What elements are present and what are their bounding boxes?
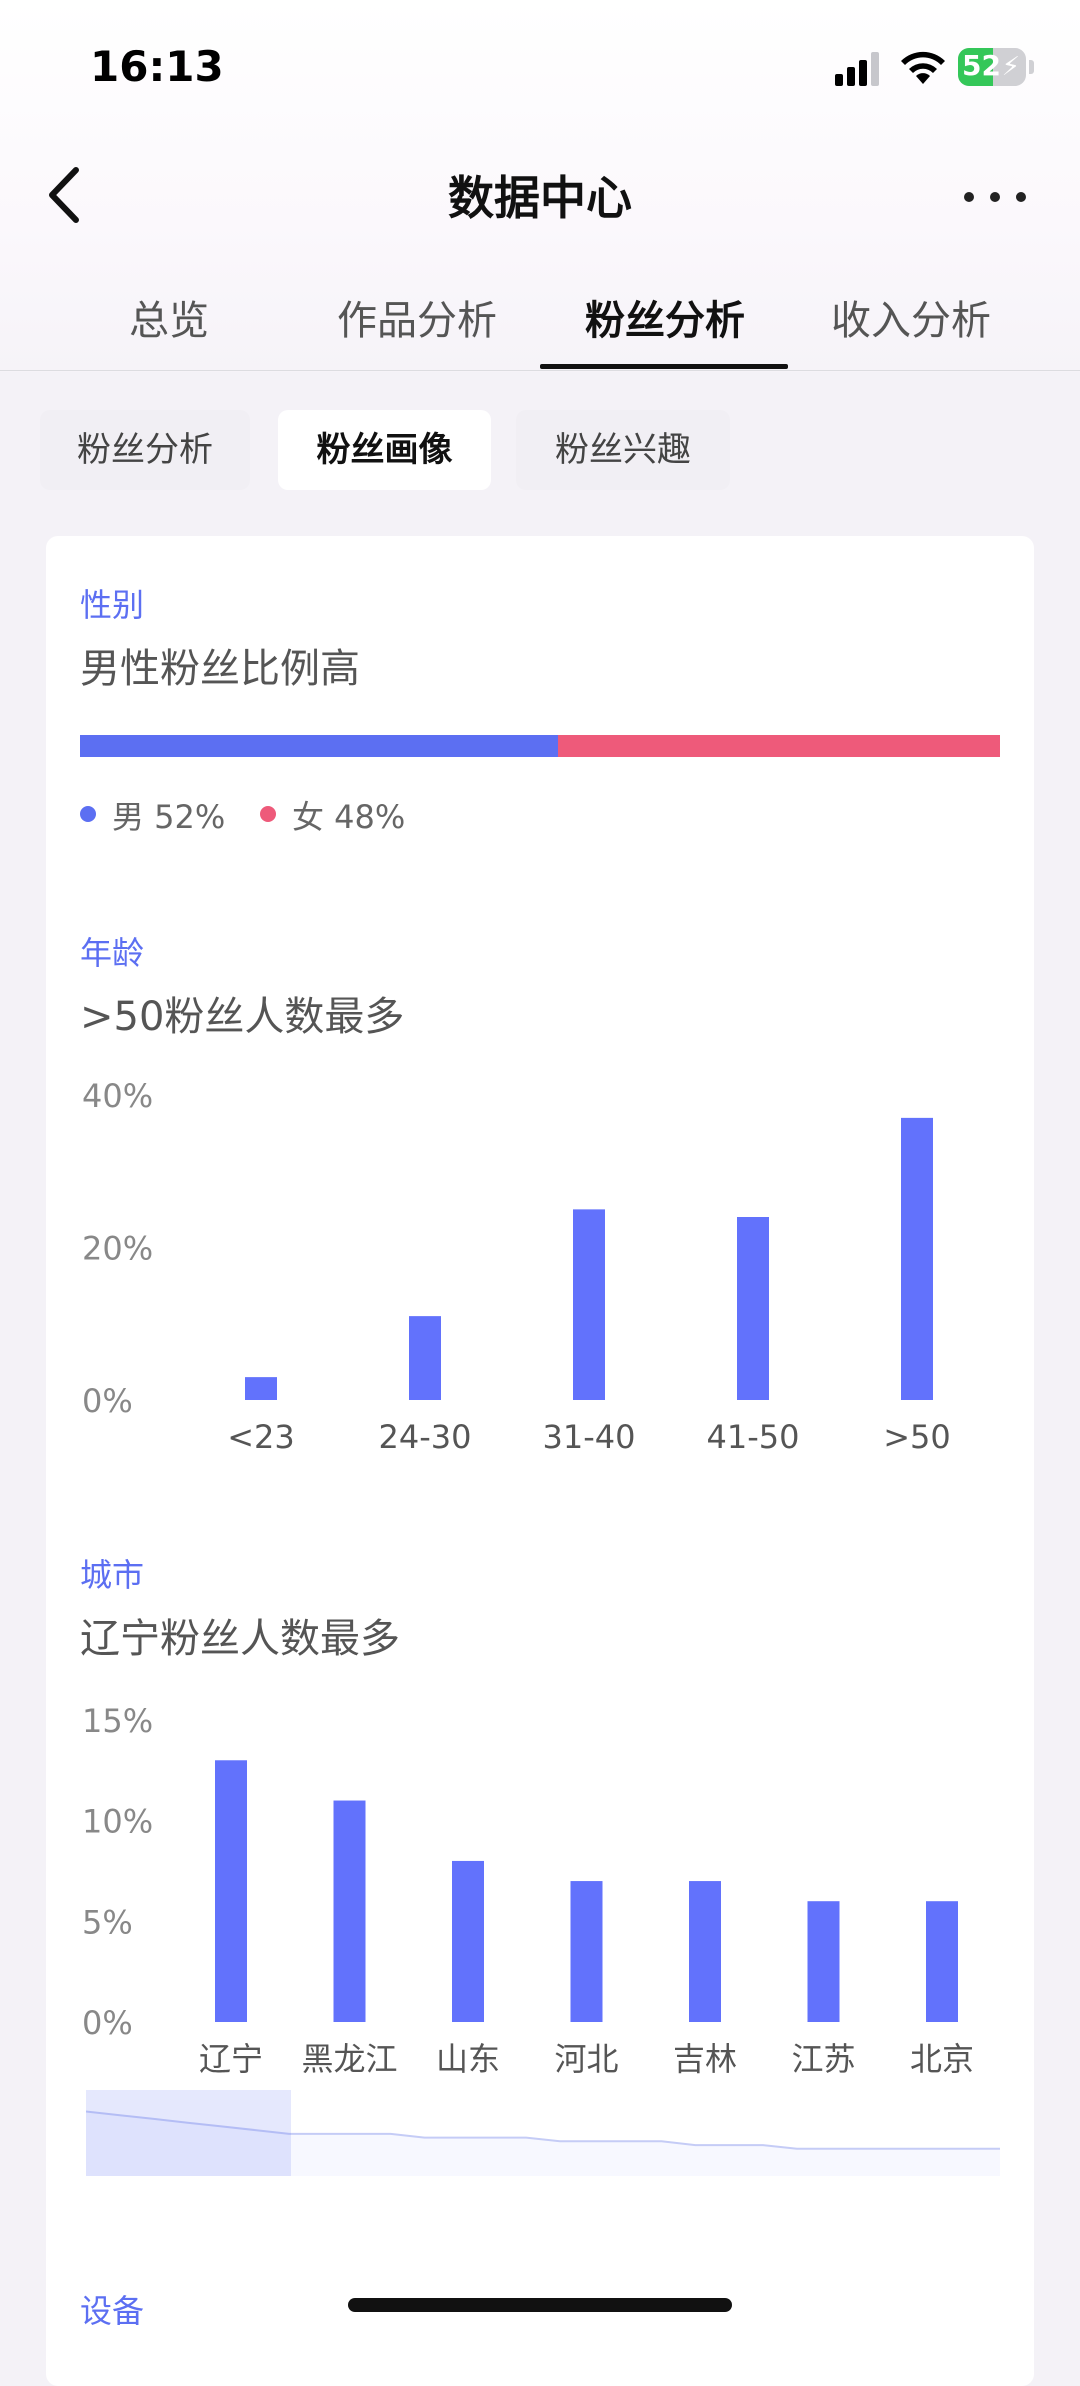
age-bar bbox=[737, 1217, 769, 1400]
subtab-fans-portrait[interactable]: 粉丝画像 bbox=[278, 410, 491, 490]
age-ytick-label: 40% bbox=[82, 1077, 153, 1115]
chevron-left-icon bbox=[49, 167, 79, 223]
city-bar bbox=[333, 1800, 366, 2022]
gender-section-label: 性别 bbox=[80, 586, 145, 624]
female-legend-label: 女 48% bbox=[292, 798, 406, 836]
male-legend-label: 男 52% bbox=[112, 798, 226, 836]
main-tab-bar: 总览 作品分析 粉丝分析 收入分析 bbox=[0, 262, 1080, 371]
status-time: 16:13 bbox=[90, 42, 224, 91]
zoom-window-handle[interactable] bbox=[86, 2090, 291, 2176]
city-section-title: 辽宁粉丝人数最多 bbox=[80, 1616, 400, 1662]
age-bar bbox=[245, 1377, 277, 1400]
subtab-fans-interest[interactable]: 粉丝兴趣 bbox=[516, 410, 730, 490]
city-ytick-label: 10% bbox=[82, 1803, 153, 1841]
gender-section-title: 男性粉丝比例高 bbox=[80, 646, 360, 692]
city-bar bbox=[570, 1881, 603, 2022]
age-xtick-label: <23 bbox=[227, 1418, 295, 1456]
tab-income-analysis[interactable]: 收入分析 bbox=[784, 288, 1038, 348]
age-bar bbox=[409, 1316, 441, 1400]
charging-bolt-icon: ⚡ bbox=[1001, 52, 1020, 82]
city-xtick-label: 辽宁 bbox=[199, 2040, 263, 2078]
age-xtick-label: 41-50 bbox=[707, 1418, 800, 1456]
city-bar-chart: 0% 5% 10% 15% 辽宁 黑龙江 山东 河北 吉林 江苏 北京 bbox=[0, 1690, 1080, 2090]
tab-fans-analysis[interactable]: 粉丝分析 bbox=[538, 288, 792, 348]
age-bar bbox=[901, 1117, 933, 1400]
age-xtick-label: 31-40 bbox=[543, 1418, 636, 1456]
status-bar: 16:13 52 ⚡ bbox=[0, 0, 1080, 130]
city-xtick-label: 河北 bbox=[554, 2040, 618, 2078]
more-dot-icon bbox=[990, 192, 1000, 202]
city-bar bbox=[215, 1760, 247, 2022]
age-bar bbox=[573, 1209, 605, 1400]
tab-overview[interactable]: 总览 bbox=[42, 288, 296, 348]
city-ytick-label: 0% bbox=[82, 2004, 133, 2042]
battery-cap bbox=[1029, 60, 1034, 74]
device-section-label: 设备 bbox=[80, 2292, 145, 2330]
city-section-label: 城市 bbox=[80, 1556, 145, 1594]
city-xtick-label: 吉林 bbox=[673, 2040, 737, 2078]
nav-bar: 数据中心 bbox=[0, 140, 1080, 250]
city-ytick-label: 5% bbox=[82, 1903, 133, 1941]
back-button[interactable] bbox=[40, 160, 100, 230]
battery-percent: 52 bbox=[962, 49, 1001, 82]
city-bar bbox=[689, 1881, 721, 2022]
subtab-fans-analysis[interactable]: 粉丝分析 bbox=[40, 410, 250, 490]
age-section-label: 年龄 bbox=[80, 934, 145, 972]
city-xtick-label: 山东 bbox=[436, 2040, 500, 2078]
age-bar-chart: 0% 20% 40% <23 24-30 31-40 41-50 >50 bbox=[0, 1070, 1080, 1470]
gender-male-fill bbox=[80, 735, 559, 757]
wifi-icon bbox=[901, 51, 945, 84]
active-tab-indicator bbox=[540, 364, 788, 369]
more-dot-icon bbox=[1016, 192, 1026, 202]
city-xtick-label: 黑龙江 bbox=[301, 2040, 397, 2078]
city-bar bbox=[807, 1901, 840, 2022]
female-legend-dot bbox=[260, 806, 276, 822]
age-ytick-label: 0% bbox=[82, 1382, 133, 1420]
battery-icon: 52 ⚡ bbox=[958, 48, 1026, 86]
more-dot-icon bbox=[964, 192, 974, 202]
signal-icon bbox=[835, 52, 879, 86]
city-bar bbox=[452, 1860, 484, 2022]
more-options-button[interactable] bbox=[960, 170, 1032, 220]
home-indicator[interactable] bbox=[348, 2298, 732, 2312]
age-ytick-label: 20% bbox=[82, 1230, 153, 1268]
city-xtick-label: 北京 bbox=[910, 2040, 974, 2078]
city-xtick-label: 江苏 bbox=[791, 2040, 855, 2078]
age-xtick-label: >50 bbox=[883, 1418, 951, 1456]
gender-ratio-bar bbox=[80, 735, 1000, 757]
page-title: 数据中心 bbox=[448, 171, 632, 225]
city-chart-zoom-slider[interactable] bbox=[86, 2090, 1000, 2176]
tab-works-analysis[interactable]: 作品分析 bbox=[290, 288, 544, 348]
age-xtick-label: 24-30 bbox=[379, 1418, 472, 1456]
age-section-title: >50粉丝人数最多 bbox=[80, 994, 405, 1040]
male-legend-dot bbox=[80, 806, 96, 822]
city-ytick-label: 15% bbox=[82, 1702, 153, 1740]
city-bar bbox=[926, 1901, 958, 2022]
